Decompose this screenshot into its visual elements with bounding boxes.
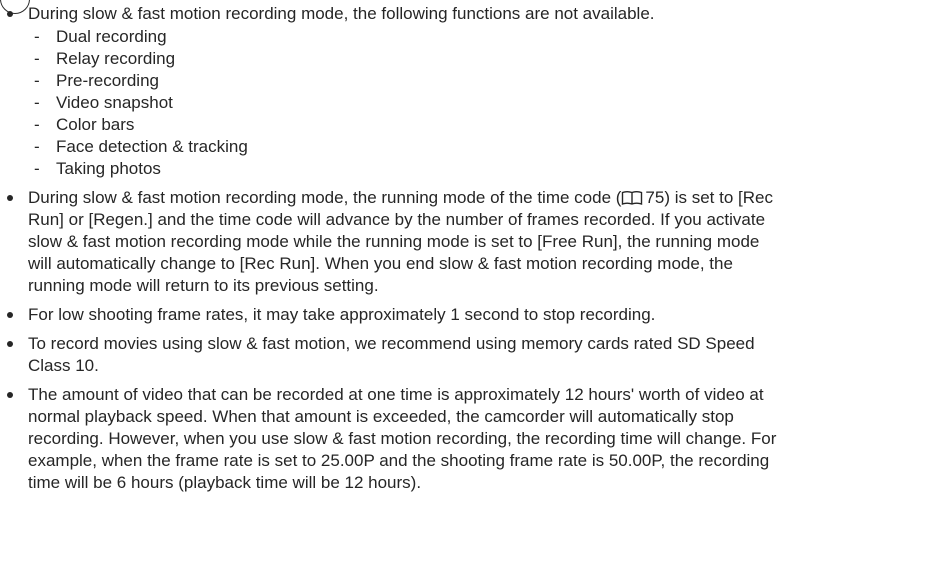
notes-section: During slow & fast motion recording mode…	[0, 3, 930, 494]
timecode-text-line1-end: ) is set to [Rec	[664, 188, 773, 207]
list-item: Pre-recording	[28, 70, 930, 92]
timecode-page-ref[interactable]: 75	[645, 188, 664, 207]
list-item: Taking photos	[28, 158, 930, 180]
note-low-frame-rates: For low shooting frame rates, it may tak…	[0, 304, 930, 326]
recording-time-line: The amount of video that can be recorded…	[28, 385, 764, 404]
unavailable-functions-list: Dual recording Relay recording Pre-recor…	[28, 26, 930, 180]
note-intro-text: During slow & fast motion recording mode…	[28, 4, 655, 23]
book-reference-icon	[622, 190, 643, 206]
timecode-line: slow & fast motion recording mode while …	[28, 232, 760, 251]
timecode-line: will automatically change to [Rec Run]. …	[28, 254, 733, 273]
recording-time-line: normal playback speed. When that amount …	[28, 407, 734, 426]
timecode-line-1: During slow & fast motion recording mode…	[28, 187, 930, 209]
note-time-code: During slow & fast motion recording mode…	[0, 187, 930, 297]
note-unavailable-functions: During slow & fast motion recording mode…	[0, 3, 930, 180]
list-item: Dual recording	[28, 26, 930, 48]
list-item: Color bars	[28, 114, 930, 136]
recording-time-line: example, when the frame rate is set to 2…	[28, 451, 770, 470]
note-recording-time: The amount of video that can be recorded…	[0, 384, 930, 494]
recording-time-line: time will be 6 hours (playback time will…	[28, 473, 422, 492]
memory-cards-line: Class 10.	[28, 356, 99, 375]
low-frame-rates-text: For low shooting frame rates, it may tak…	[28, 305, 656, 324]
timecode-line: Run] or [Regen.] and the time code will …	[28, 210, 766, 229]
timecode-text-before: During slow & fast motion recording mode…	[28, 188, 622, 207]
timecode-line: running mode will return to its previous…	[28, 276, 379, 295]
memory-cards-line: To record movies using slow & fast motio…	[28, 334, 755, 353]
note-memory-cards: To record movies using slow & fast motio…	[0, 333, 930, 377]
recording-time-line: recording. However, when you use slow & …	[28, 429, 777, 448]
list-item: Face detection & tracking	[28, 136, 930, 158]
list-item: Relay recording	[28, 48, 930, 70]
list-item: Video snapshot	[28, 92, 930, 114]
